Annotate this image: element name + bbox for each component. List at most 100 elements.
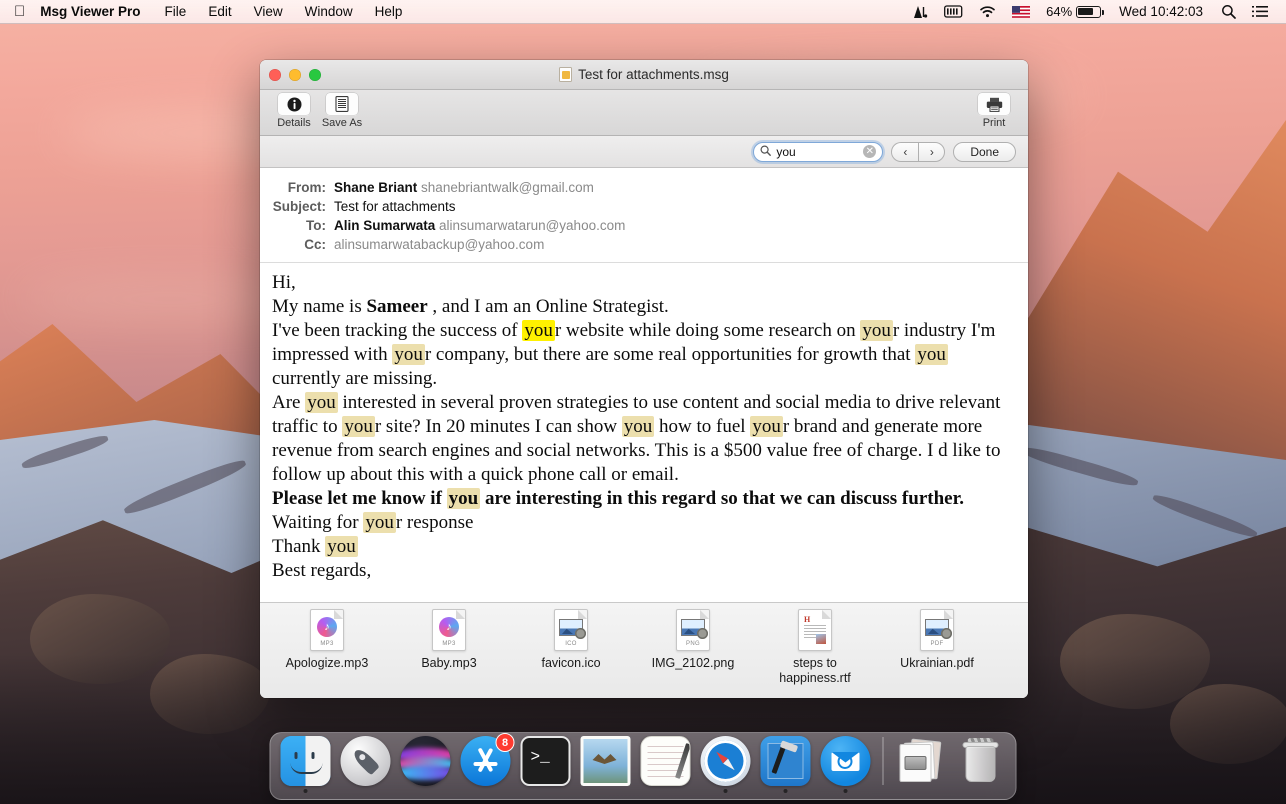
find-nav-buttons: ‹ › [891,141,946,162]
save-icon [326,93,358,115]
dock-item-xcode[interactable] [759,736,813,793]
window-toolbar: Details Save As Print [260,90,1028,136]
menu-bar:  Msg Viewer Pro File Edit View Window H… [0,0,1286,24]
search-icon [760,143,772,161]
menu-clock[interactable]: Wed 10:42:03 [1109,4,1213,19]
attachment-ext: ICO [565,641,577,647]
attachment-item[interactable]: PNG IMG_2102.png [638,609,748,671]
attachment-item[interactable]: ♪ MP3 Baby.mp3 [394,609,504,671]
find-next-button[interactable]: › [918,141,946,162]
find-bar: you ✕ ‹ › Done [260,136,1028,168]
dock-item-siri[interactable] [399,736,453,793]
battery-icon [1076,5,1105,18]
dock-item-launchpad[interactable] [339,736,393,793]
dock-item-msg-viewer[interactable] [819,736,873,793]
from-name: Shane Briant [334,180,418,195]
battery-percent-label: 64% [1046,3,1073,19]
highlight-match: you [860,320,893,341]
image-file-icon: ICO [554,609,588,651]
xcode-icon [760,736,811,786]
to-name: Alin Sumarwata [334,218,436,233]
attachments-bar: ♪ MP3 Apologize.mp3 ♪ MP3 Baby.mp3 ICO f… [260,602,1028,698]
attachment-name: IMG_2102.png [651,656,735,670]
clear-icon[interactable]: ✕ [863,145,877,158]
image-file-icon: PDF [920,609,954,651]
running-indicator [843,789,848,793]
highlight-match: you [446,488,481,509]
to-email: alinsumarwatarun@yahoo.com [439,218,626,233]
running-indicator [783,789,788,793]
body-paragraph-5: Thank you [272,536,358,557]
apple-menu[interactable]:  [0,0,37,24]
attachment-name: favicon.ico [541,656,601,670]
print-label: Print [982,117,1006,129]
dock-item-trash[interactable] [954,736,1008,793]
menu-file[interactable]: File [154,0,198,24]
details-label: Details [277,117,311,129]
find-previous-button[interactable]: ‹ [891,141,919,162]
attachment-item[interactable]: H steps to happiness.rtf [760,609,870,686]
adobe-icon[interactable] [905,5,936,19]
dock-item-terminal[interactable]: >_ [519,736,573,793]
rtf-file-icon: H [798,609,832,651]
from-value: Shane Briant shanebriantwalk@gmail.com [334,178,594,197]
name-pre: My name is [272,296,367,317]
attachment-item[interactable]: ICO favicon.ico [516,609,626,671]
subject-value: Test for attachments [334,199,456,214]
menu-edit[interactable]: Edit [197,0,242,24]
cc-label: Cc: [304,237,326,252]
info-icon [278,93,310,115]
launchpad-icon [340,736,391,786]
find-done-button[interactable]: Done [953,141,1016,162]
battery-meter-icon[interactable] [936,5,971,18]
attachment-ext: MP3 [442,641,456,647]
sender-name-bold: Sameer [366,296,428,317]
menu-window[interactable]: Window [294,0,364,24]
dock-separator [882,737,884,785]
downloads-stack-icon [896,736,946,786]
menu-help[interactable]: Help [364,0,414,24]
search-query-text: you [776,144,796,159]
spotlight-search-icon[interactable] [1213,4,1244,19]
highlight-match: you [915,344,948,365]
save-as-button[interactable]: Save As [318,93,366,129]
header-row-from: From: Shane Briant shanebriantwalk@gmail… [260,178,1028,197]
wifi-icon[interactable] [971,5,1004,18]
dock-item-finder[interactable] [279,736,333,793]
running-indicator [723,789,728,793]
search-input[interactable]: you ✕ [753,141,884,162]
dock-item-mail[interactable] [579,736,633,793]
msg-viewer-window: Test for attachments.msg Details Save As… [260,60,1028,698]
from-label: From: [287,180,326,195]
header-row-cc: Cc: alinsumarwatabackup@yahoo.com [260,235,1028,254]
us-flag-icon[interactable] [1004,5,1038,18]
from-email: shanebriantwalk@gmail.com [421,180,594,195]
terminal-icon: >_ [520,736,571,786]
dock-item-safari[interactable] [699,736,753,793]
attachment-item[interactable]: PDF Ukrainian.pdf [882,609,992,671]
attachment-ext: PNG [686,641,700,647]
attachment-name: Baby.mp3 [421,656,477,670]
dock-item-app-store[interactable]: 8 [459,733,515,793]
notification-center-icon[interactable] [1244,5,1276,18]
running-indicator [303,789,308,793]
highlight-match-current: you [522,320,555,341]
dock-item-notes[interactable] [639,736,693,793]
header-row-to: To: Alin Sumarwata alinsumarwatarun@yaho… [260,216,1028,235]
menu-view[interactable]: View [243,0,294,24]
highlight-match: you [325,536,358,557]
email-headers: From: Shane Briant shanebriantwalk@gmail… [260,168,1028,263]
print-button[interactable]: Print [970,93,1018,129]
to-label: To: [306,218,326,233]
details-button[interactable]: Details [270,93,318,129]
msg-viewer-icon [820,736,871,786]
notes-icon [640,736,691,786]
battery-status[interactable]: 64% [1038,0,1109,24]
attachment-name: steps to happiness.rtf [779,656,851,685]
dock-item-downloads[interactable] [894,736,948,793]
attachment-item[interactable]: ♪ MP3 Apologize.mp3 [272,609,382,671]
body-paragraph-3: Please let me know if you are interestin… [272,488,965,509]
highlight-match: you [621,416,655,437]
menu-app-name[interactable]: Msg Viewer Pro [37,0,153,24]
dock: 8 >_ [269,732,1017,800]
